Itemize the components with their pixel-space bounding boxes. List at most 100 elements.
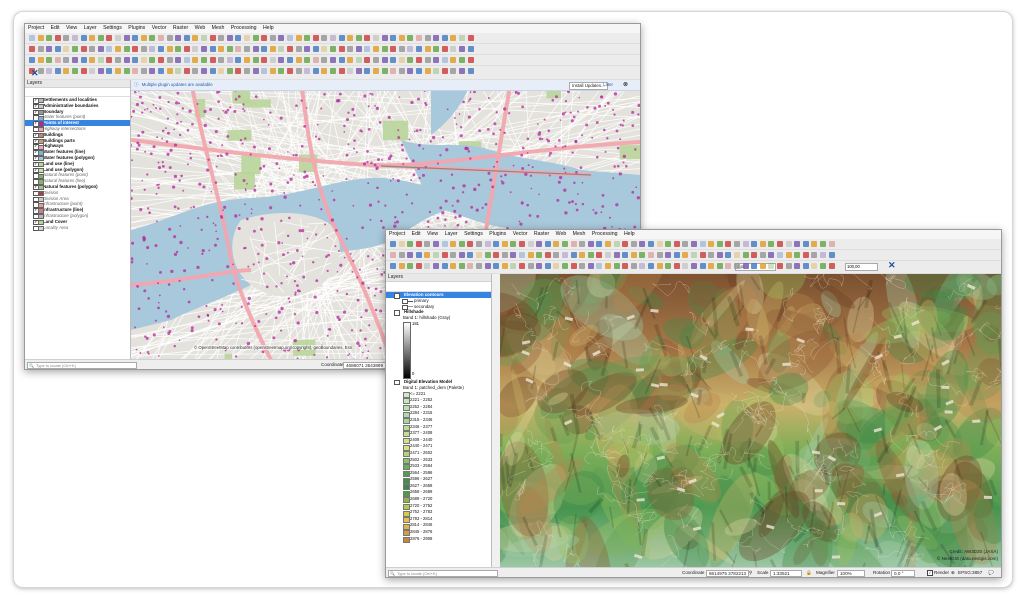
toolbar-icon[interactable] (209, 35, 216, 41)
toolbar-icon[interactable] (347, 57, 354, 63)
toolbar-icon[interactable] (476, 241, 482, 247)
toolbar-icon[interactable] (235, 35, 242, 41)
toolbar-icon[interactable] (415, 241, 422, 247)
toolbar-icon[interactable] (768, 241, 775, 247)
toolbar-icon[interactable] (364, 35, 371, 41)
toolbar-icon[interactable] (192, 35, 199, 41)
toolbar-icon[interactable] (605, 241, 611, 247)
toolbar-icon[interactable] (536, 252, 543, 258)
toolbar-icon[interactable] (398, 241, 405, 247)
toolbar-icon[interactable] (46, 46, 53, 52)
toolbar-icon[interactable] (622, 241, 629, 247)
toolbar-icon[interactable] (123, 35, 130, 41)
toolbar-icon[interactable] (424, 252, 431, 258)
toolbar-icon[interactable] (407, 46, 414, 52)
toolbar-icon[interactable] (459, 35, 465, 41)
messages-icon[interactable]: 💬 (988, 568, 994, 577)
toolbar-icon[interactable] (252, 68, 259, 74)
toolbar-icon[interactable] (304, 35, 311, 41)
locate-search-input[interactable]: 🔍 Type to locate (Ctrl+K) (388, 569, 498, 577)
toolbar-icon[interactable] (407, 35, 414, 41)
toolbar-icon[interactable] (416, 68, 422, 74)
toolbar-icon[interactable] (536, 263, 543, 269)
close-notice-icon[interactable]: ⊗ (623, 80, 628, 90)
toolbar-icon[interactable] (106, 35, 113, 41)
toolbar-icon[interactable] (433, 46, 440, 52)
coordinate-field[interactable]: 8614975 3782213 (706, 569, 750, 577)
toolbar-icon[interactable] (527, 252, 534, 258)
toolbar-icon[interactable] (72, 68, 78, 74)
lock-scale-icon[interactable]: 🔒 (806, 568, 812, 577)
toolbar-icon[interactable] (587, 241, 594, 247)
toolbar-icon[interactable] (244, 46, 250, 52)
toolbar-icon[interactable] (639, 241, 646, 247)
menu-processing[interactable]: Processing (231, 25, 257, 31)
menu-raster[interactable]: Raster (173, 25, 188, 31)
toolbar-icon[interactable] (347, 68, 354, 74)
toolbar-icon[interactable] (785, 241, 792, 247)
toolbar-icon[interactable] (467, 68, 474, 74)
toolbar-icon[interactable] (123, 68, 130, 74)
toolbar-icon[interactable] (355, 57, 362, 63)
toolbar-icon[interactable] (415, 252, 422, 258)
toolbar-icon[interactable] (476, 263, 482, 269)
toolbar-icon[interactable] (433, 68, 440, 74)
toolbar-icon[interactable] (682, 263, 689, 269)
toolbar-icon[interactable] (158, 57, 164, 63)
toolbar-icon[interactable] (80, 57, 87, 63)
menu-view[interactable]: View (427, 231, 438, 237)
toolbar-icon[interactable] (390, 263, 396, 269)
toolbar-icon[interactable] (46, 68, 53, 74)
toolbar-icon[interactable] (544, 241, 551, 247)
toolbar-icon[interactable] (192, 68, 199, 74)
toolbar-icon[interactable] (613, 263, 620, 269)
toolbar-icon[interactable] (768, 263, 775, 269)
toolbar-icon[interactable] (605, 263, 611, 269)
toolbar-icon[interactable] (72, 57, 78, 63)
toolbar-icon[interactable] (304, 57, 311, 63)
toolbar-icon[interactable] (622, 252, 629, 258)
toolbar-icon[interactable] (338, 68, 345, 74)
toolbar-icon[interactable] (373, 35, 379, 41)
toolbar-icon[interactable] (261, 57, 268, 63)
toolbar-icon[interactable] (295, 46, 302, 52)
toolbar-icon[interactable] (648, 252, 654, 258)
toolbar-icon[interactable] (467, 241, 474, 247)
toolbar-icon[interactable] (235, 68, 242, 74)
toolbar-icon[interactable] (416, 57, 422, 63)
toolbar-icon[interactable] (484, 241, 491, 247)
later-link[interactable]: Later (603, 80, 613, 90)
toolbar-icon[interactable] (665, 252, 672, 258)
toolbar-icon[interactable] (459, 68, 465, 74)
toolbar-icon[interactable] (501, 241, 508, 247)
menu-plugins[interactable]: Plugins (489, 231, 506, 237)
toolbar-icon[interactable] (106, 57, 113, 63)
toolbar-icon[interactable] (587, 252, 594, 258)
toolbar-icon[interactable] (261, 68, 268, 74)
toolbar-icon[interactable] (338, 57, 345, 63)
toolbar-icon[interactable] (244, 68, 250, 74)
toolbar-icon[interactable] (656, 263, 663, 269)
toolbar-icon[interactable] (269, 46, 276, 52)
toolbar-icon[interactable] (390, 252, 396, 258)
toolbar-icon[interactable] (424, 263, 431, 269)
toolbar-icon[interactable] (441, 263, 448, 269)
toolbar-icon[interactable] (424, 57, 431, 63)
locate-search-input[interactable]: 🔍 Type to locate (Ctrl+K) (27, 361, 137, 369)
toolbar-icon[interactable] (89, 35, 96, 41)
toolbar-icon[interactable] (364, 46, 371, 52)
toolbar-icon[interactable] (433, 241, 439, 247)
toolbar-icon[interactable] (716, 252, 723, 258)
toolbar-icon[interactable] (510, 252, 517, 258)
toolbar-icon[interactable] (252, 46, 259, 52)
toolbar-icon[interactable] (29, 46, 35, 52)
install-updates-button[interactable]: Install Updates... (569, 81, 608, 90)
crs-label[interactable]: EPSG:3857 (958, 568, 982, 577)
toolbar-icon[interactable] (390, 241, 396, 247)
toolbar-icon[interactable] (166, 57, 173, 63)
toolbar-icon[interactable] (562, 263, 568, 269)
toolbar-icon[interactable] (123, 57, 130, 63)
toolbar-icon[interactable] (330, 46, 336, 52)
toolbar-icon[interactable] (519, 252, 525, 258)
toolbar-icon[interactable] (501, 263, 508, 269)
